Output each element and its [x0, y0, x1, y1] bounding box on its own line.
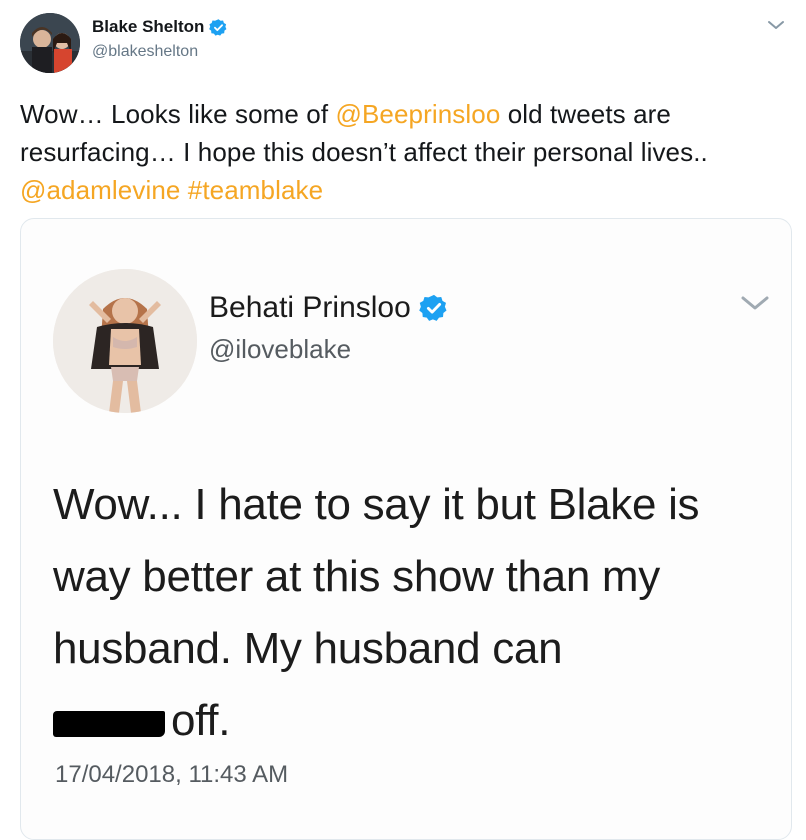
- mention-link-beeprinsloo[interactable]: @Beeprinsloo: [335, 99, 500, 129]
- verified-badge-icon: [209, 18, 227, 36]
- chevron-down-icon: [741, 296, 769, 310]
- author-name-text: Blake Shelton: [92, 17, 205, 36]
- redaction-mark: [53, 711, 165, 737]
- embedded-image[interactable]: Behati Prinsloo @iloveblake Wow... I hat…: [20, 218, 792, 840]
- tweet-text: Wow… Looks like some of @Beeprinsloo old…: [20, 95, 790, 209]
- hashtag-link-teamblake[interactable]: #teamblake: [188, 175, 323, 205]
- tweet-card: Blake Shelton @blakeshelton Wow… Looks l…: [0, 0, 806, 840]
- author-handle[interactable]: @blakeshelton: [92, 43, 198, 61]
- embedded-text-after: off.: [171, 696, 231, 745]
- tweet-text-segment: [180, 175, 187, 205]
- embedded-author-name: Behati Prinsloo: [209, 291, 449, 325]
- mention-link-adamlevine[interactable]: @adamlevine: [20, 175, 180, 205]
- embedded-avatar-image: [53, 269, 197, 413]
- embedded-avatar: [53, 269, 197, 413]
- embedded-author-name-text: Behati Prinsloo: [209, 291, 411, 324]
- chevron-down-icon[interactable]: [766, 18, 786, 32]
- author-name[interactable]: Blake Shelton: [92, 17, 228, 37]
- verified-badge-icon: [419, 294, 447, 321]
- author-avatar-image: [20, 13, 80, 73]
- tweet-text-segment: Wow… Looks like some of: [20, 99, 336, 129]
- embedded-text-before: Wow... I hate to say it but Blake is way…: [53, 480, 700, 673]
- embedded-tweet-text: Wow... I hate to say it but Blake is way…: [53, 469, 773, 757]
- embedded-author-handle: @iloveblake: [209, 334, 352, 364]
- embedded-timestamp: 17/04/2018, 11:43 AM: [55, 761, 289, 788]
- author-avatar[interactable]: [20, 13, 80, 73]
